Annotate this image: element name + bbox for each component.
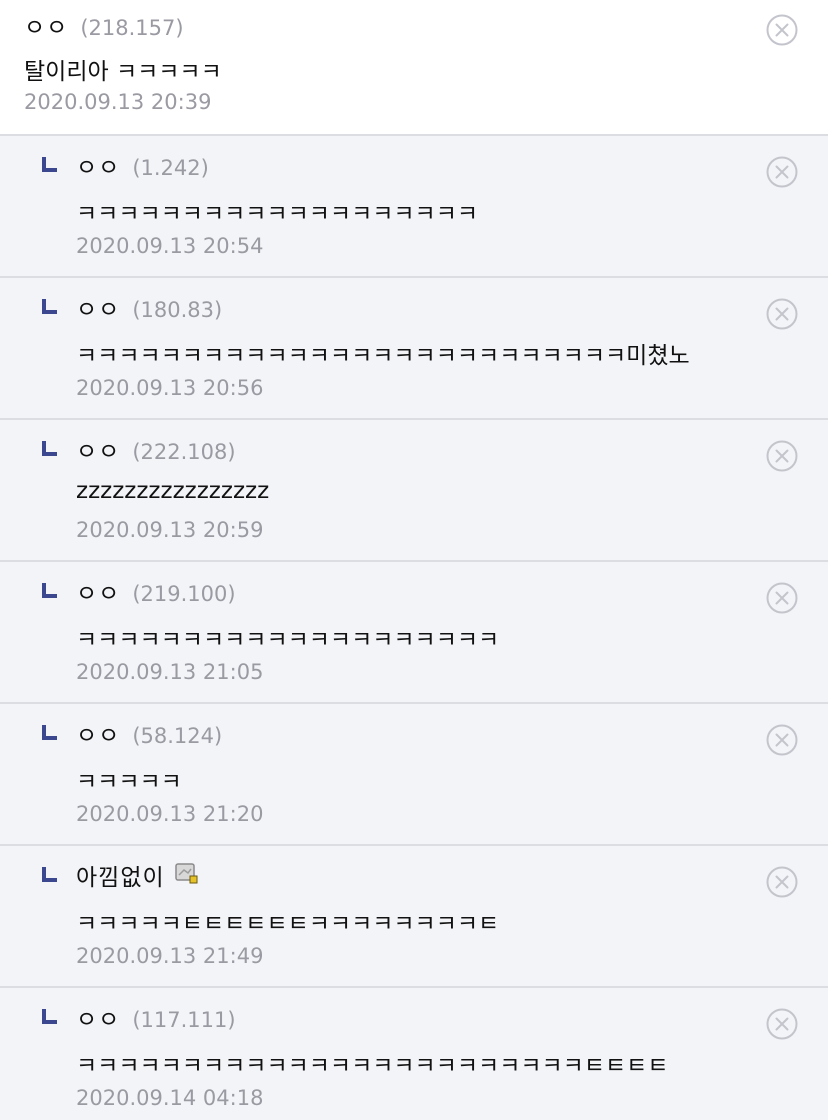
comment-ip: (219.100) xyxy=(132,582,236,606)
comment-author[interactable]: ㅇㅇ xyxy=(76,1000,120,1034)
comment: ㅇㅇ (218.157) 탈이리아 ㅋㅋㅋㅋㅋ 2020.09.13 20:39 xyxy=(0,0,828,136)
comment-header: ㅇㅇ (117.111) xyxy=(76,1000,236,1034)
comment-text: ㅋㅋㅋㅋㅋㅋㅋㅋㅋㅋㅋㅋㅋㅋㅋㅋㅋㅋㅋ xyxy=(76,201,479,227)
comment-header: ㅇㅇ (58.124) xyxy=(76,716,222,750)
reply-comment: ㅇㅇ (180.83) ㅋㅋㅋㅋㅋㅋㅋㅋㅋㅋㅋㅋㅋㅋㅋㅋㅋㅋㅋㅋㅋㅋㅋㅋㅋㅋ미쳤… xyxy=(0,278,828,420)
delete-x-icon[interactable] xyxy=(766,440,798,472)
reply-comment: ㅇㅇ (222.108) zzzzzzzzzzzzzzzz 2020.09.13… xyxy=(0,420,828,562)
comment-header: 아낌없이 xyxy=(76,858,211,892)
comment-author[interactable]: ㅇㅇ xyxy=(76,716,120,750)
comment-ip: (218.157) xyxy=(80,16,184,40)
comment-text: ㅋㅋㅋㅋㅋㅋㅋㅋㅋㅋㅋㅋㅋㅋㅋㅋㅋㅋㅋㅋㅋㅋㅋㅋㅋㅋ미쳤노 xyxy=(76,343,690,369)
delete-x-icon[interactable] xyxy=(766,14,798,46)
comment-date: 2020.09.13 21:49 xyxy=(76,944,264,968)
comment-author[interactable]: 아낌없이 xyxy=(76,858,165,892)
comment-text: ㅋㅋㅋㅋㅋㅌㅌㅌㅌㅌㅌㅋㅋㅋㅋㅋㅋㅋㅋㅌ xyxy=(76,911,500,937)
comment-text: zzzzzzzzzzzzzzzz xyxy=(76,478,270,504)
reply-arrow-icon xyxy=(42,441,57,456)
comment-author[interactable]: ㅇㅇ xyxy=(76,432,120,466)
reply-arrow-icon xyxy=(42,725,57,740)
comment-ip: (58.124) xyxy=(132,724,223,748)
reply-arrow-icon xyxy=(42,867,57,882)
comment-header: ㅇㅇ (219.100) xyxy=(76,574,236,608)
comment-date: 2020.09.13 20:56 xyxy=(76,376,264,400)
comment-header: ㅇㅇ (180.83) xyxy=(76,290,222,324)
comment-text: ㅋㅋㅋㅋㅋ xyxy=(76,769,182,795)
comment-ip: (1.242) xyxy=(132,156,209,180)
reply-comment: 아낌없이 ㅋㅋㅋㅋㅋㅌㅌㅌㅌㅌㅌㅋㅋㅋㅋㅋㅋㅋㅋㅌ 2020.09.13 21:… xyxy=(0,846,828,988)
comment-date: 2020.09.13 20:59 xyxy=(76,518,264,542)
comment-text: ㅋㅋㅋㅋㅋㅋㅋㅋㅋㅋㅋㅋㅋㅋㅋㅋㅋㅋㅋㅋㅋㅋㅋㅋㅌㅌㅌㅌ xyxy=(76,1053,669,1079)
comment-header: ㅇㅇ (218.157) xyxy=(24,8,184,42)
gallog-badge-icon[interactable] xyxy=(174,863,199,885)
delete-x-icon[interactable] xyxy=(766,298,798,330)
comment-author[interactable]: ㅇㅇ xyxy=(24,8,68,42)
reply-comment: ㅇㅇ (1.242) ㅋㅋㅋㅋㅋㅋㅋㅋㅋㅋㅋㅋㅋㅋㅋㅋㅋㅋㅋ 2020.09.1… xyxy=(0,136,828,278)
delete-x-icon[interactable] xyxy=(766,1008,798,1040)
delete-x-icon[interactable] xyxy=(766,582,798,614)
comment-author[interactable]: ㅇㅇ xyxy=(76,290,120,324)
comment-ip: (117.111) xyxy=(132,1008,236,1032)
comment-date: 2020.09.13 21:20 xyxy=(76,802,264,826)
comment-header: ㅇㅇ (1.242) xyxy=(76,148,209,182)
reply-arrow-icon xyxy=(42,1009,57,1024)
comment-header: ㅇㅇ (222.108) xyxy=(76,432,236,466)
comment-date: 2020.09.13 21:05 xyxy=(76,660,264,684)
reply-comment: ㅇㅇ (58.124) ㅋㅋㅋㅋㅋ 2020.09.13 21:20 xyxy=(0,704,828,846)
comment-date: 2020.09.14 04:18 xyxy=(76,1086,264,1110)
reply-comment: ㅇㅇ (219.100) ㅋㅋㅋㅋㅋㅋㅋㅋㅋㅋㅋㅋㅋㅋㅋㅋㅋㅋㅋㅋ 2020.0… xyxy=(0,562,828,704)
delete-x-icon[interactable] xyxy=(766,866,798,898)
comment-text: ㅋㅋㅋㅋㅋㅋㅋㅋㅋㅋㅋㅋㅋㅋㅋㅋㅋㅋㅋㅋ xyxy=(76,627,500,653)
comment-ip: (180.83) xyxy=(132,298,223,322)
reply-arrow-icon xyxy=(42,583,57,598)
comment-author[interactable]: ㅇㅇ xyxy=(76,148,120,182)
delete-x-icon[interactable] xyxy=(766,156,798,188)
comment-text: 탈이리아 ㅋㅋㅋㅋㅋ xyxy=(24,59,222,85)
comment-author[interactable]: ㅇㅇ xyxy=(76,574,120,608)
delete-x-icon[interactable] xyxy=(766,724,798,756)
comment-date: 2020.09.13 20:54 xyxy=(76,234,264,258)
reply-arrow-icon xyxy=(42,157,57,172)
comment-ip: (222.108) xyxy=(132,440,236,464)
reply-comment: ㅇㅇ (117.111) ㅋㅋㅋㅋㅋㅋㅋㅋㅋㅋㅋㅋㅋㅋㅋㅋㅋㅋㅋㅋㅋㅋㅋㅋㅌㅌㅌ… xyxy=(0,988,828,1120)
comment-date: 2020.09.13 20:39 xyxy=(24,90,212,114)
reply-arrow-icon xyxy=(42,299,57,314)
